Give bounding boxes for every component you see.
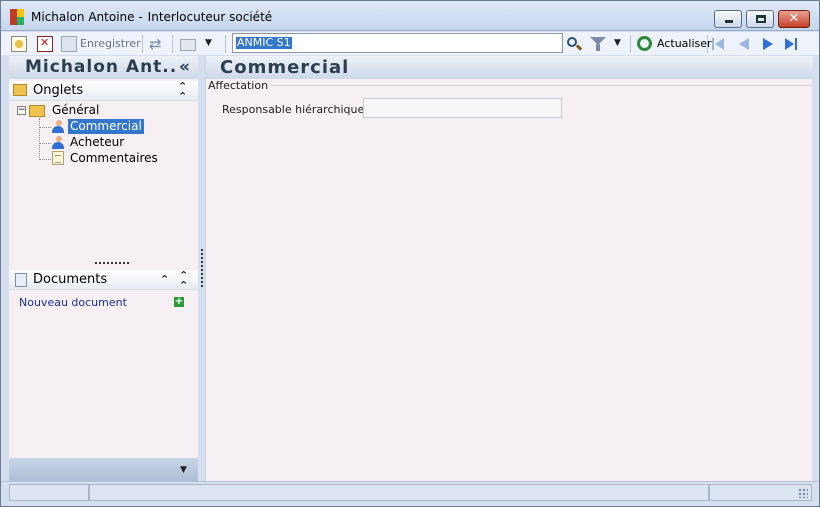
page-title: Commercial bbox=[220, 57, 350, 78]
documents-section-label: Documents bbox=[33, 272, 108, 287]
title-bar[interactable]: Michalon Antoine - Interlocuteur société … bbox=[1, 1, 819, 31]
tree-node-label: Commentaires bbox=[70, 151, 158, 165]
people-icon bbox=[51, 120, 65, 134]
tree-node-label: Acheteur bbox=[70, 135, 125, 149]
tabs-section-header[interactable]: Onglets ⌃ ⌃ bbox=[9, 81, 198, 102]
status-cell bbox=[89, 484, 709, 501]
status-bar bbox=[1, 481, 819, 506]
manager-field[interactable] bbox=[363, 98, 562, 118]
tree-connector bbox=[39, 143, 51, 144]
app-logo-icon bbox=[10, 9, 24, 25]
search-input[interactable]: ANMIC S1 bbox=[232, 33, 563, 53]
toolbar-separator bbox=[630, 35, 631, 53]
people-icon bbox=[51, 136, 65, 150]
tree-connector bbox=[39, 127, 51, 128]
save-button[interactable]: Enregistrer bbox=[80, 37, 141, 50]
add-document-icon[interactable]: + bbox=[174, 297, 184, 307]
delete-icon[interactable] bbox=[37, 36, 53, 52]
tabs-section-label: Onglets bbox=[33, 83, 84, 98]
print-icon[interactable] bbox=[180, 39, 196, 51]
group-divider bbox=[264, 85, 812, 86]
window-title: Michalon Antoine - Interlocuteur société bbox=[31, 10, 277, 24]
sync-icon[interactable]: ⇄ bbox=[149, 36, 165, 52]
filter-dropdown-icon[interactable]: ▼ bbox=[614, 38, 621, 48]
next-record-icon[interactable] bbox=[761, 37, 775, 51]
maximize-icon bbox=[756, 15, 766, 23]
toolbar-separator bbox=[172, 35, 173, 53]
collapse-panel-icon[interactable]: « bbox=[179, 57, 190, 77]
resize-grip-icon[interactable] bbox=[798, 488, 808, 498]
filter-icon[interactable] bbox=[590, 36, 606, 52]
maximize-button[interactable] bbox=[746, 10, 774, 28]
tree-connector bbox=[39, 118, 40, 160]
toolbar-separator bbox=[225, 35, 226, 53]
left-panel: Michalon Ant.. « Onglets ⌃ ⌃ − Général Co… bbox=[9, 56, 198, 481]
note-icon bbox=[52, 151, 64, 165]
last-record-icon[interactable] bbox=[785, 37, 799, 51]
status-cell bbox=[709, 484, 812, 501]
save-icon[interactable] bbox=[61, 36, 77, 52]
manager-field-label: Responsable hiérarchique : bbox=[222, 103, 372, 116]
collapse-section-icon[interactable]: ⌃ ⌃ bbox=[179, 270, 188, 291]
collapse-up-icon[interactable]: ⌃ bbox=[160, 274, 169, 285]
first-record-icon[interactable] bbox=[712, 37, 726, 51]
window-title-name: Michalon Antoine - bbox=[31, 10, 143, 24]
search-icon[interactable] bbox=[566, 36, 583, 52]
document-icon bbox=[15, 273, 27, 287]
toolbar: Enregistrer ⇄ ▼ ANMIC S1 ▼ Actualiser bbox=[1, 32, 819, 55]
tree-expander-icon[interactable]: − bbox=[17, 106, 26, 115]
app-window: Michalon Antoine - Interlocuteur société … bbox=[0, 0, 820, 507]
minimize-button[interactable] bbox=[714, 10, 742, 28]
horizontal-splitter-handle[interactable] bbox=[95, 262, 129, 264]
toolbar-separator bbox=[142, 35, 143, 53]
toolbar-separator bbox=[707, 35, 708, 53]
close-button[interactable]: ✕ bbox=[778, 10, 810, 28]
tree-folder-icon bbox=[29, 105, 45, 117]
tree-connector bbox=[39, 159, 51, 160]
left-panel-footer: ▼ bbox=[9, 458, 198, 481]
new-document-link[interactable]: Nouveau document bbox=[19, 296, 127, 309]
main-panel: Commercial Affectation Responsable hiéra… bbox=[205, 56, 813, 481]
chevron-down-icon[interactable]: ▼ bbox=[180, 465, 187, 475]
status-cell bbox=[9, 484, 89, 501]
close-icon: ✕ bbox=[788, 11, 800, 26]
search-input-value: ANMIC S1 bbox=[236, 36, 292, 49]
tree-node-label: Commercial bbox=[68, 119, 144, 134]
minimize-icon bbox=[725, 20, 733, 23]
new-record-icon[interactable] bbox=[11, 36, 27, 52]
main-panel-header: Commercial bbox=[206, 56, 813, 79]
group-label: Affectation bbox=[208, 79, 272, 92]
refresh-icon[interactable] bbox=[637, 36, 652, 51]
left-panel-title: Michalon Ant.. bbox=[25, 57, 178, 77]
previous-record-icon[interactable] bbox=[737, 37, 751, 51]
window-title-context: Interlocuteur société bbox=[147, 10, 273, 24]
documents-section-header[interactable]: Documents ⌃ ⌃ ⌃ bbox=[9, 270, 198, 291]
collapse-section-icon[interactable]: ⌃ ⌃ bbox=[178, 81, 187, 102]
print-dropdown-icon[interactable]: ▼ bbox=[205, 38, 212, 48]
tree-node-label: Général bbox=[52, 103, 100, 117]
folder-icon bbox=[13, 84, 27, 96]
left-panel-header: Michalon Ant.. « bbox=[9, 56, 198, 79]
vertical-splitter-handle[interactable] bbox=[201, 249, 203, 287]
refresh-button[interactable]: Actualiser bbox=[657, 37, 712, 50]
